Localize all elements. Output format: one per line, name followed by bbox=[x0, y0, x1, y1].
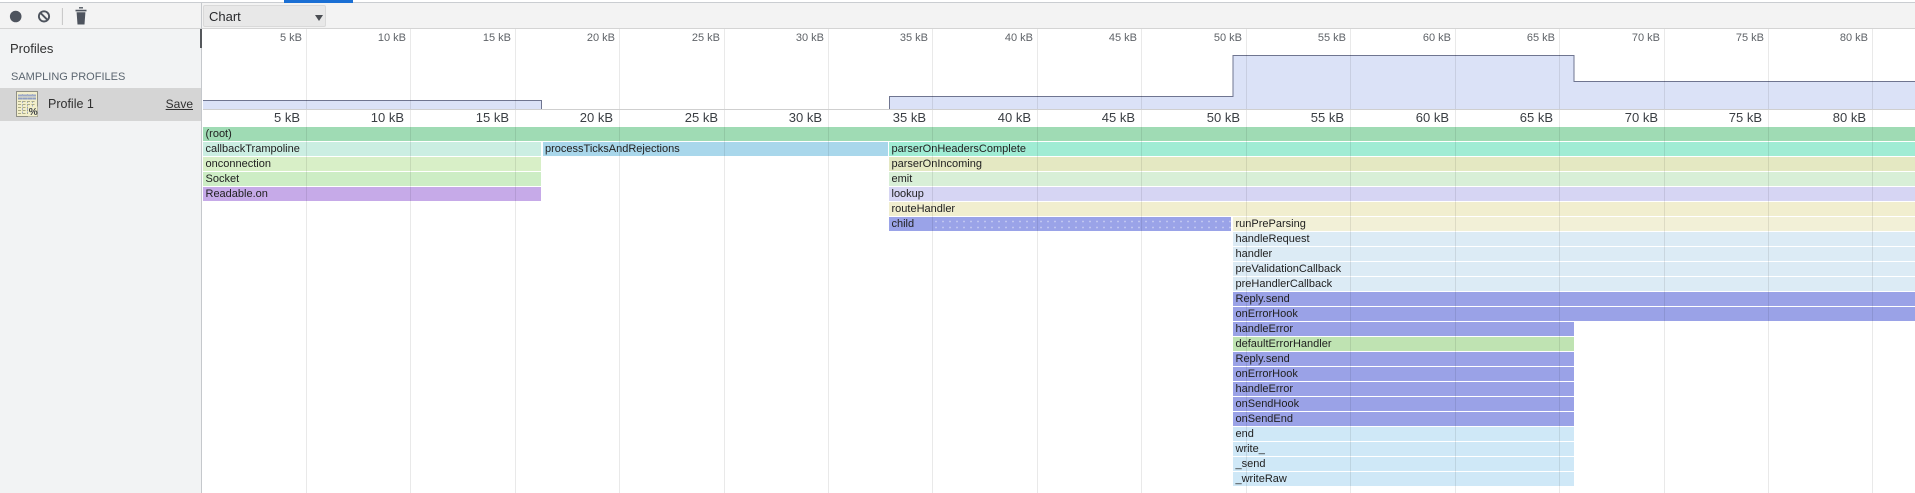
svg-text:%: % bbox=[29, 107, 38, 118]
